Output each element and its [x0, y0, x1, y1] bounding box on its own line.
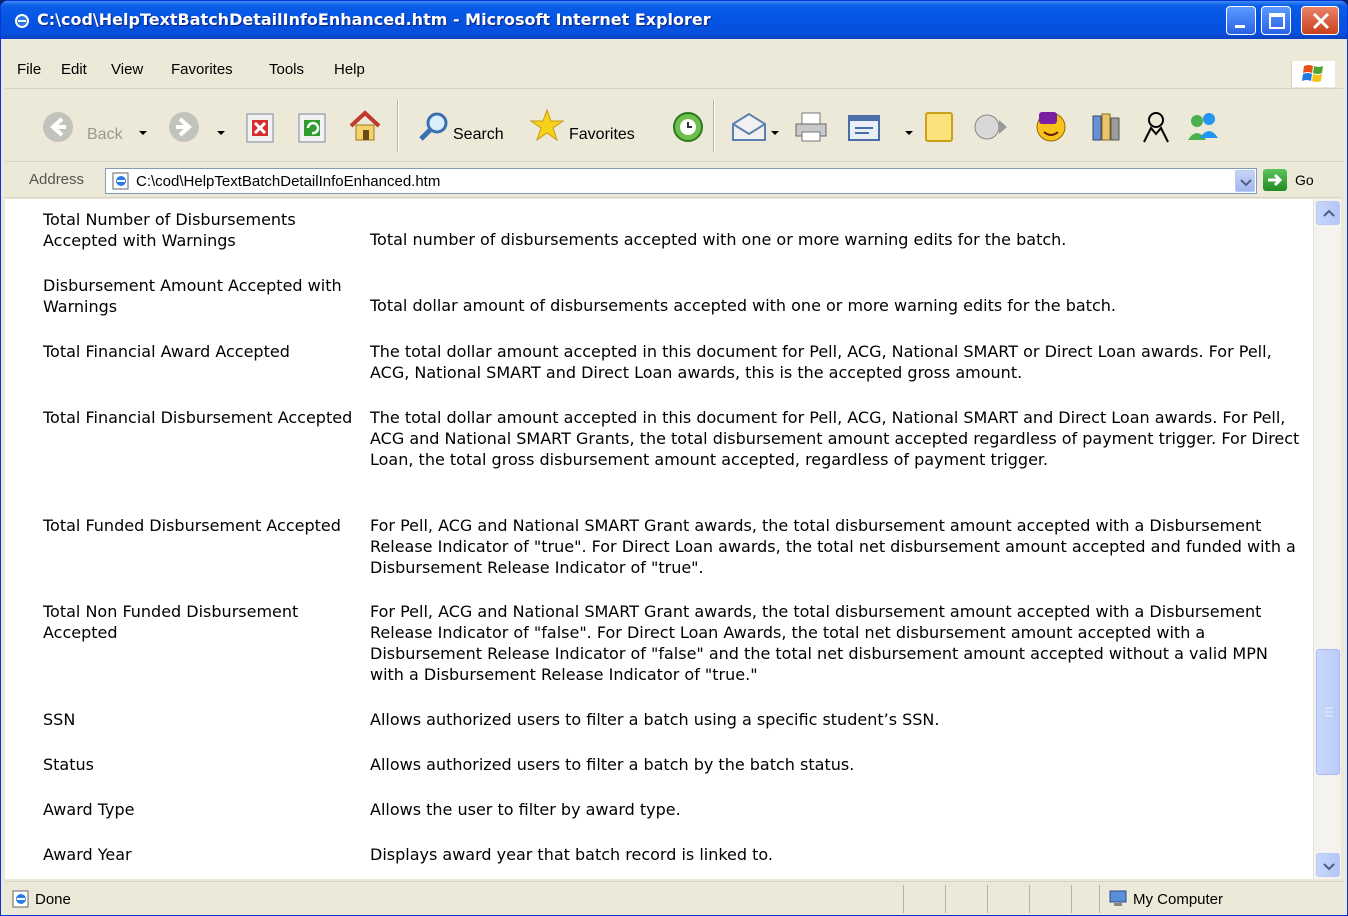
chevron-down-icon: [1240, 179, 1252, 187]
status-bar: Done My Computer: [5, 881, 1343, 915]
print-icon: [795, 112, 827, 142]
term-description: Allows the user to filter by award type.: [370, 800, 681, 819]
back-dropdown-icon[interactable]: [139, 131, 147, 135]
address-label: Address: [29, 171, 85, 188]
grip-icon: [1325, 707, 1333, 717]
term-description: Total number of disbursements accepted w…: [370, 230, 1067, 249]
toolbar-separator: [713, 100, 715, 152]
term-label: Total Financial Disbursement Accepted: [43, 408, 353, 427]
favorites-star-icon: [529, 108, 565, 142]
term-label: Total Financial Award Accepted: [43, 342, 290, 361]
search-icon: [419, 112, 448, 141]
term-label: Total Number of Disbursements Accepted w…: [43, 210, 296, 250]
status-pane: [903, 885, 904, 913]
back-arrow-icon: [43, 112, 73, 142]
back-label: Back: [87, 126, 123, 143]
address-url: C:\cod\HelpTextBatchDetailInfoEnhanced.h…: [136, 173, 441, 190]
refresh-icon: [298, 113, 326, 143]
term-label: SSN: [43, 710, 76, 729]
scroll-thumb[interactable]: [1316, 649, 1340, 775]
scroll-down-button[interactable]: [1316, 853, 1340, 877]
menu-file[interactable]: File: [17, 61, 41, 78]
term-description: For Pell, ACG and National SMART Grant a…: [370, 602, 1268, 684]
history-icon: [673, 112, 703, 142]
person-icon: [1143, 112, 1169, 143]
term-description: Allows authorized users to filter a batc…: [370, 755, 855, 774]
menu-help[interactable]: Help: [334, 61, 365, 78]
address-dropdown-button[interactable]: [1235, 170, 1255, 192]
term-label: Award Year: [43, 845, 132, 864]
term-label: Award Type: [43, 800, 135, 819]
status-pane: [1099, 885, 1100, 913]
home-icon: [349, 110, 381, 141]
page-done-icon: [12, 890, 29, 908]
status-pane: [1029, 885, 1030, 913]
go-arrow-icon: [1268, 173, 1283, 187]
toolbar-separator: [397, 100, 399, 152]
page-content: Total Number of Disbursements Accepted w…: [5, 199, 1313, 879]
menu-favorites[interactable]: Favorites: [171, 61, 233, 78]
term-label: Total Funded Disbursement Accepted: [43, 516, 341, 535]
close-icon: [1312, 12, 1330, 30]
menu-edit[interactable]: Edit: [61, 61, 87, 78]
forward-arrow-icon: [169, 112, 199, 142]
status-pane: [987, 885, 988, 913]
edit-page-icon: [848, 115, 880, 141]
favorites-label: Favorites: [569, 126, 635, 143]
search-label: Search: [453, 126, 504, 143]
status-text: Done: [35, 891, 71, 908]
minimize-button[interactable]: [1226, 6, 1256, 35]
close-button[interactable]: [1301, 6, 1339, 35]
term-label: Total Non Funded Disbursement Accepted: [43, 602, 299, 642]
term-description: The total dollar amount accepted in this…: [370, 408, 1300, 469]
chevron-up-icon: [1323, 209, 1335, 217]
address-input[interactable]: C:\cod\HelpTextBatchDetailInfoEnhanced.h…: [105, 168, 1257, 194]
term-description: Total dollar amount of disbursements acc…: [370, 296, 1116, 315]
stop-icon: [246, 113, 274, 143]
term-description: Displays award year that batch record is…: [370, 845, 773, 864]
vertical-scrollbar[interactable]: [1313, 199, 1341, 879]
title-bar[interactable]: C:\cod\HelpTextBatchDetailInfoEnhanced.h…: [1, 1, 1347, 39]
menu-bar: File Edit View Favorites Tools Help: [5, 61, 1343, 89]
standard-toolbar: Back Search Favorites: [5, 92, 1343, 162]
maximize-icon: [1269, 13, 1285, 29]
mail-icon: [732, 112, 766, 141]
term-label: Disbursement Amount Accepted with Warnin…: [43, 276, 342, 316]
window-title: C:\cod\HelpTextBatchDetailInfoEnhanced.h…: [37, 10, 711, 29]
speaker-icon: [974, 114, 1007, 140]
browser-window: C:\cod\HelpTextBatchDetailInfoEnhanced.h…: [0, 0, 1348, 916]
chevron-down-icon: [1323, 863, 1335, 871]
term-description: For Pell, ACG and National SMART Grant a…: [370, 516, 1296, 577]
menu-view[interactable]: View: [111, 61, 143, 78]
status-pane: [945, 885, 946, 913]
books-icon: [1092, 113, 1120, 141]
forward-dropdown-icon[interactable]: [217, 131, 225, 135]
term-description: The total dollar amount accepted in this…: [370, 342, 1272, 382]
note-icon: [925, 112, 953, 142]
page-icon: [112, 172, 129, 190]
windows-logo-icon: [1291, 61, 1335, 87]
term-label: Status: [43, 755, 94, 774]
buddies-icon: [1188, 113, 1218, 140]
ie-logo-icon: [15, 14, 29, 28]
edit-dropdown-icon[interactable]: [905, 131, 913, 135]
scroll-up-button[interactable]: [1316, 201, 1340, 225]
menu-tools[interactable]: Tools: [269, 61, 304, 78]
term-description: Allows authorized users to filter a batc…: [370, 710, 940, 729]
go-button[interactable]: [1263, 169, 1287, 191]
address-bar: Address C:\cod\HelpTextBatchDetailInfoEn…: [5, 164, 1343, 198]
yahoo-smiley-icon: [1036, 112, 1066, 142]
minimize-icon: [1235, 25, 1245, 28]
mail-dropdown-icon[interactable]: [771, 131, 779, 135]
computer-icon: [1109, 890, 1127, 906]
go-label[interactable]: Go: [1295, 172, 1314, 188]
maximize-button[interactable]: [1261, 6, 1291, 35]
status-pane: [1071, 885, 1072, 913]
security-zone: My Computer: [1133, 891, 1224, 908]
